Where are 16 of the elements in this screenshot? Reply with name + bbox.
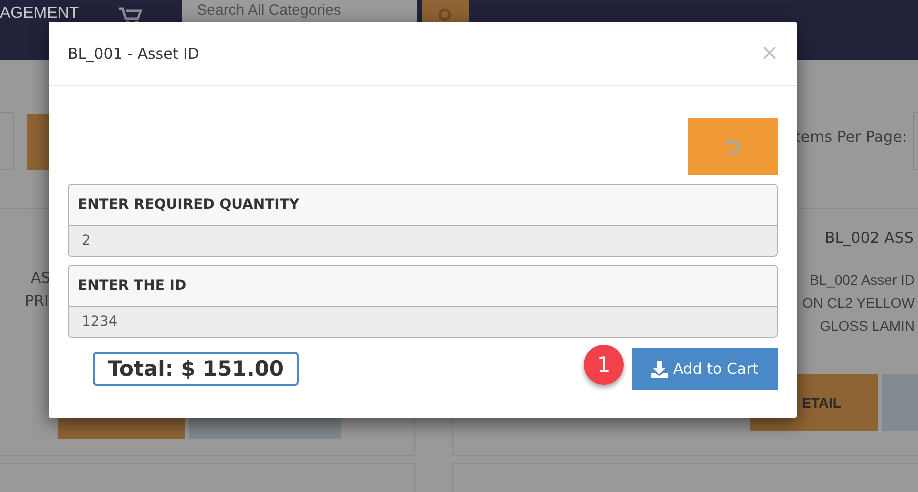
card-title: BL_002 ASS bbox=[825, 229, 914, 247]
card-text: ON CL2 YELLOW bbox=[802, 294, 915, 313]
modal-title: BL_001 - Asset ID bbox=[68, 44, 200, 62]
step-badge: 1 bbox=[584, 345, 624, 385]
field-label: ENTER REQUIRED QUANTITY bbox=[69, 185, 777, 226]
card-text: PRI bbox=[25, 292, 49, 310]
total-price: Total: $ 151.00 bbox=[93, 352, 300, 386]
field-label: ENTER THE ID bbox=[69, 266, 777, 307]
card-text: BL_002 Asser ID bbox=[810, 271, 915, 290]
search-icon bbox=[438, 8, 454, 24]
input-field[interactable]: 1234 bbox=[69, 307, 777, 337]
card-text: GLOSS LAMIN bbox=[820, 317, 915, 336]
input-field[interactable]: 2 bbox=[69, 226, 777, 256]
download-icon bbox=[651, 360, 668, 378]
add-to-cart-button[interactable]: Add to Cart bbox=[632, 348, 778, 390]
brand-name[interactable]: AGEMENT bbox=[0, 5, 80, 23]
